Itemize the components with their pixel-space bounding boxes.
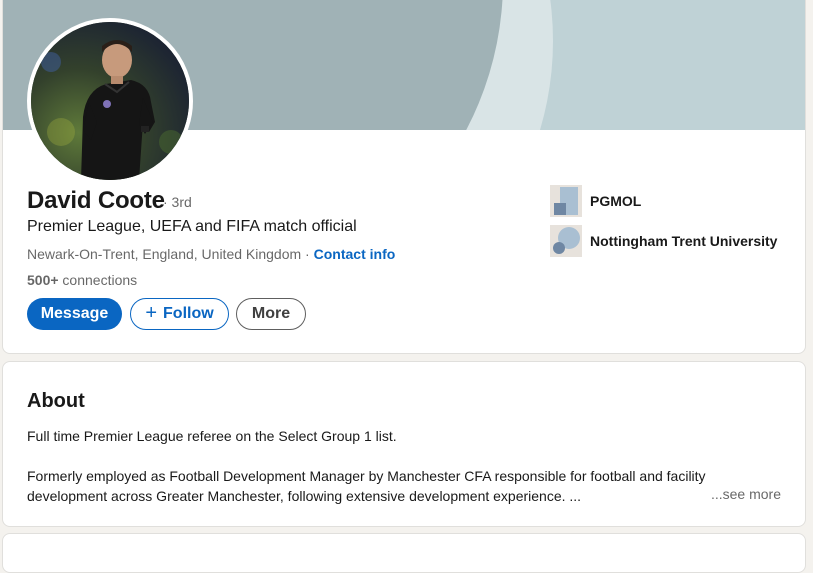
message-button-label: Message — [40, 305, 109, 322]
education-link[interactable]: Nottingham Trent University — [550, 225, 777, 257]
profile-name: David Coote — [27, 187, 165, 214]
contact-info-link[interactable]: Contact info — [314, 246, 396, 262]
connections-label: connections — [58, 272, 138, 288]
about-title: About — [27, 390, 85, 412]
connections-number: 500+ — [27, 272, 59, 288]
see-more-link[interactable]: ...see more — [711, 486, 781, 502]
avatar[interactable] — [27, 18, 193, 184]
company-logo-icon — [550, 185, 582, 217]
next-section-card — [2, 533, 806, 573]
school-name: Nottingham Trent University — [590, 233, 778, 249]
school-logo-icon — [550, 225, 582, 257]
more-button[interactable]: More — [236, 298, 306, 330]
message-button[interactable]: Message — [27, 298, 122, 330]
profile-card: David Coote · 3rd Premier League, UEFA a… — [2, 0, 806, 354]
profile-headline: Premier League, UEFA and FIFA match offi… — [27, 218, 357, 235]
follow-button-label: Follow — [163, 305, 214, 322]
company-name: PGMOL — [590, 193, 642, 209]
follow-button[interactable]: + Follow — [130, 298, 229, 330]
plus-icon: + — [145, 301, 158, 324]
profile-location: Newark-On-Trent, England, United Kingdom… — [27, 246, 395, 262]
connection-degree: · 3rd — [163, 194, 192, 210]
location-separator: · — [301, 246, 314, 262]
current-company-link[interactable]: PGMOL — [550, 185, 641, 217]
more-button-label: More — [251, 305, 291, 322]
location-text: Newark-On-Trent, England, United Kingdom — [27, 246, 302, 262]
about-section: About Full time Premier League referee o… — [2, 361, 806, 527]
about-paragraph: Full time Premier League referee on the … — [27, 428, 397, 444]
connections-count[interactable]: 500+ connections — [27, 272, 137, 288]
about-text: Full time Premier League referee on the … — [27, 426, 717, 526]
about-paragraph: Formerly employed as Football Developmen… — [27, 468, 706, 504]
